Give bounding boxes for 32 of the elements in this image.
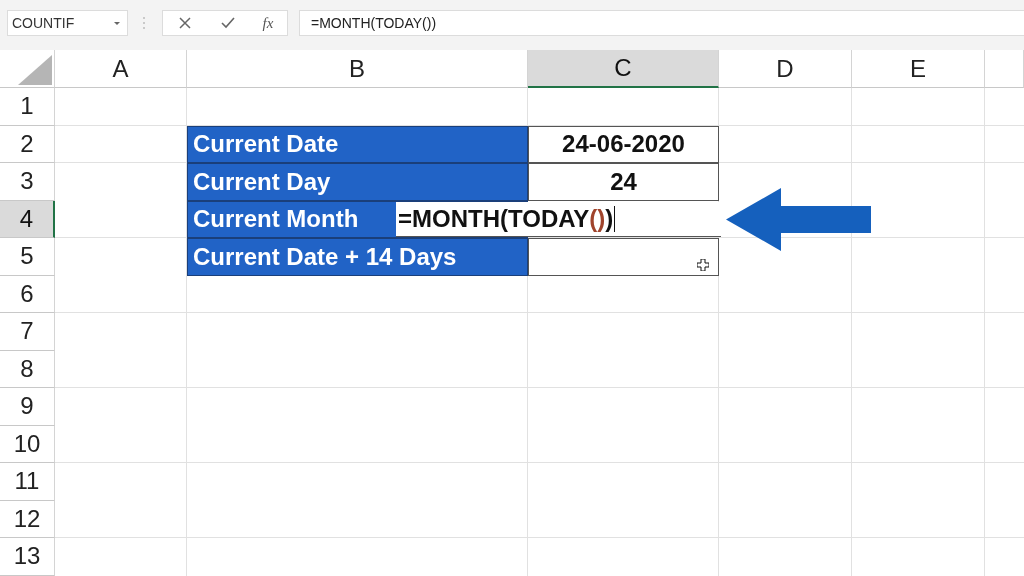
check-icon[interactable] [219,15,236,31]
row-header[interactable]: 8 [0,350,55,388]
column-header[interactable]: A [55,50,187,88]
grip-icon [142,16,146,30]
row-header[interactable]: 1 [0,88,55,126]
row-header[interactable]: 5 [0,238,55,276]
column-header[interactable]: B [187,50,528,88]
cancel-icon[interactable] [176,15,193,31]
row-header[interactable]: 4 [0,200,55,238]
formula-field[interactable]: =MONTH(TODAY()) [299,10,1024,36]
row-header[interactable]: 9 [0,388,55,426]
name-box[interactable]: COUNTIF [7,10,128,36]
table-cell: Current Day [187,163,528,201]
cell-editor[interactable]: =MONTH(TODAY()) [396,201,721,237]
caret-icon[interactable] [113,19,121,27]
row-header[interactable]: 10 [0,425,55,463]
insert-function-button[interactable]: fx [262,14,274,32]
row-header[interactable]: 3 [0,163,55,201]
column-header[interactable]: E [852,50,985,88]
row-header[interactable]: 6 [0,275,55,313]
row-header[interactable]: 2 [0,125,55,163]
row-header[interactable]: 7 [0,313,55,351]
table-cell: Current Date [187,125,528,163]
column-header[interactable]: C [528,50,719,88]
column-header[interactable]: D [719,50,852,88]
move-cursor-icon [697,258,709,271]
table-cell: Current Date + 14 Days [187,238,528,276]
table-cell: 24 [528,163,719,201]
row-header[interactable]: 11 [0,463,55,501]
row-header[interactable]: 13 [0,538,55,576]
row-header[interactable]: 12 [0,500,55,538]
table-cell: 24-06-2020 [528,125,719,163]
